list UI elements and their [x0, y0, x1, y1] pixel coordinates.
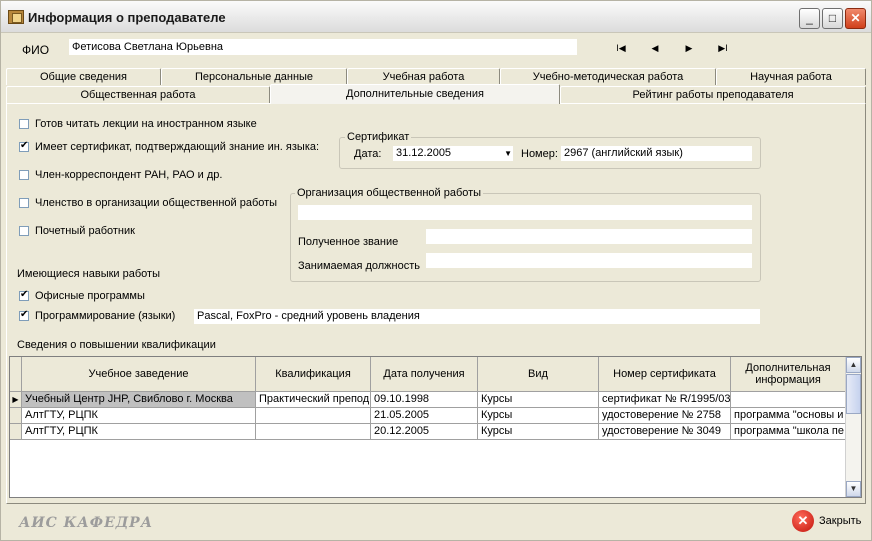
title-bar: Информация о преподавателе _ □ ✕	[1, 1, 871, 33]
scroll-up-icon[interactable]: ▲	[846, 357, 861, 373]
table-cell-date[interactable]: 21.05.2005	[371, 408, 478, 424]
table-cell-additional[interactable]: программа "школа пе	[731, 424, 846, 440]
row-indicator	[10, 408, 22, 424]
skills-heading: Имеющиеся навыки работы	[17, 268, 160, 280]
honorary-label: Почетный работник	[35, 225, 135, 237]
close-button[interactable]: ✕ Закрыть	[790, 508, 866, 534]
org-position-field[interactable]	[426, 253, 752, 268]
current-row-indicator-icon: ▶	[10, 392, 22, 408]
table-scrollbar[interactable]: ▲ ▼	[845, 357, 861, 497]
chevron-down-icon[interactable]: ▼	[504, 146, 512, 161]
certificate-checkbox[interactable]	[19, 140, 29, 152]
nav-prev-button[interactable]: ◀	[645, 41, 665, 55]
office-label: Офисные программы	[35, 290, 145, 302]
org-title-field[interactable]	[426, 229, 752, 244]
table-cell-cert-number[interactable]: удостоверение № 2758	[599, 408, 731, 424]
table-cell-type[interactable]: Курсы	[478, 392, 599, 408]
tab-row-1: Общие сведения Персональные данные Учебн…	[6, 68, 866, 85]
close-icon: ✕	[792, 510, 814, 532]
row-indicator	[10, 424, 22, 440]
table-cell-type[interactable]: Курсы	[478, 408, 599, 424]
cert-number-field[interactable]: 2967 (английский язык)	[561, 146, 752, 161]
programming-field[interactable]: Pascal, FoxPro - средний уровень владени…	[194, 309, 760, 324]
tab-additional[interactable]: Дополнительные сведения	[270, 84, 560, 104]
table-cell-qualification[interactable]: Практический препод	[256, 392, 371, 408]
tab-general[interactable]: Общие сведения	[6, 68, 161, 85]
table-cell-additional[interactable]	[731, 392, 846, 408]
cert-date-label: Дата:	[354, 148, 382, 160]
cert-date-dropdown[interactable]: 31.12.2005 ▼	[393, 146, 513, 161]
qualification-heading: Сведения о повышении квалификации	[17, 339, 216, 351]
fio-field[interactable]: Фетисова Светлана Юрьевна	[69, 39, 577, 55]
table-cell-additional[interactable]: программа "основы и	[731, 408, 846, 424]
app-logo: АИС КАФЕДРА	[19, 515, 154, 531]
table-cell-cert-number[interactable]: сертификат № R/1995/03	[599, 392, 731, 408]
organization-group-title: Организация общественной работы	[295, 187, 484, 199]
certificate-group-title: Сертификат	[345, 131, 412, 143]
org-position-label: Занимаемая должность	[298, 260, 421, 272]
close-window-button[interactable]: ✕	[845, 8, 866, 29]
tab-public-work[interactable]: Общественная работа	[6, 86, 270, 103]
nav-first-button[interactable]: I◀	[611, 41, 631, 55]
table-cell-institution[interactable]: АлтГТУ, РЦПК	[22, 408, 256, 424]
corr-member-label: Член-корреспондент РАН, РАО и др.	[35, 169, 223, 181]
table-header-cert-number[interactable]: Номер сертификата	[599, 357, 731, 392]
nav-next-button[interactable]: ▶	[679, 41, 699, 55]
table-cell-institution[interactable]: Учебный Центр JHP, Свиблово г. Москва	[22, 392, 256, 408]
organization-name-field[interactable]	[298, 205, 752, 220]
foreign-lectures-checkbox[interactable]	[19, 119, 29, 129]
table-header-date[interactable]: Дата получения	[371, 357, 478, 392]
table-header-additional[interactable]: Дополнительная информация	[731, 357, 846, 392]
table-cell-institution[interactable]: АлтГТУ, РЦПК	[22, 424, 256, 440]
table-header-type[interactable]: Вид	[478, 357, 599, 392]
public-org-label: Членство в организации общественной рабо…	[35, 197, 278, 209]
table-cell-qualification[interactable]	[256, 408, 371, 424]
programming-checkbox[interactable]	[19, 309, 29, 321]
table-indicator-header	[10, 357, 22, 392]
office-checkbox[interactable]	[19, 289, 29, 301]
close-button-label: Закрыть	[819, 515, 862, 527]
main-window: Информация о преподавателе _ □ ✕ ФИО Фет…	[0, 0, 872, 541]
programming-label: Программирование (языки)	[35, 310, 176, 322]
maximize-button[interactable]: □	[822, 8, 843, 29]
table-cell-qualification[interactable]	[256, 424, 371, 440]
foreign-lectures-label: Готов читать лекции на иностранном языке	[35, 118, 257, 130]
tab-row-2: Общественная работа Дополнительные сведе…	[6, 84, 866, 104]
qualification-table[interactable]: Учебное заведение Квалификация Дата полу…	[9, 356, 862, 498]
tab-teaching[interactable]: Учебная работа	[347, 68, 500, 85]
nav-last-button[interactable]: ▶I	[713, 41, 733, 55]
org-title-label: Полученное звание	[298, 236, 399, 248]
tab-rating[interactable]: Рейтинг работы преподавателя	[560, 86, 866, 103]
app-icon	[8, 10, 24, 24]
table-header-institution[interactable]: Учебное заведение	[22, 357, 256, 392]
table-cell-date[interactable]: 09.10.1998	[371, 392, 478, 408]
corr-member-checkbox[interactable]	[19, 170, 29, 180]
table-header-qualification[interactable]: Квалификация	[256, 357, 371, 392]
scroll-down-icon[interactable]: ▼	[846, 481, 861, 497]
honorary-checkbox[interactable]	[19, 226, 29, 236]
table-cell-cert-number[interactable]: удостоверение № 3049	[599, 424, 731, 440]
public-org-checkbox[interactable]	[19, 198, 29, 208]
cert-date-value: 31.12.2005	[396, 147, 452, 159]
tab-science[interactable]: Научная работа	[716, 68, 866, 85]
tab-personal[interactable]: Персональные данные	[161, 68, 347, 85]
tab-methodical[interactable]: Учебно-методическая работа	[500, 68, 716, 85]
minimize-button[interactable]: _	[799, 8, 820, 29]
certificate-label: Имеет сертификат, подтверждающий знание …	[35, 141, 320, 153]
window-title: Информация о преподавателе	[28, 10, 226, 25]
scroll-thumb[interactable]	[846, 374, 861, 414]
fio-label: ФИО	[22, 43, 50, 57]
cert-number-label: Номер:	[521, 148, 558, 160]
table-cell-type[interactable]: Курсы	[478, 424, 599, 440]
table-cell-date[interactable]: 20.12.2005	[371, 424, 478, 440]
